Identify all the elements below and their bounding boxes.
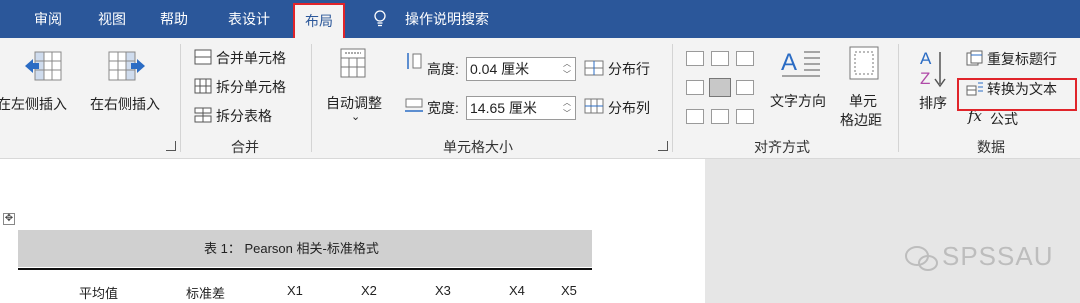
spinner-arrows-icon[interactable]: ︿ ﹀ (562, 58, 572, 80)
split-table-button[interactable]: 拆分表格 (216, 106, 272, 126)
cell-margins-button-line2[interactable]: 格边距 (840, 110, 882, 130)
cell-margins-icon (849, 46, 879, 80)
table-header-cell[interactable]: X3 (435, 283, 451, 298)
divider (672, 44, 673, 152)
row-height-icon (407, 53, 422, 69)
align-bottom-center-icon[interactable] (711, 109, 729, 124)
ribbon-tab-bar: 审阅 视图 帮助 表设计 布局 操作说明搜索 (0, 0, 1080, 38)
table-top-rule (18, 268, 592, 270)
sort-icon: A Z (920, 49, 946, 88)
chevron-down-icon: ⌄ (351, 111, 361, 123)
table-header-cell[interactable]: X1 (287, 283, 303, 298)
align-top-center-icon[interactable] (711, 51, 729, 66)
merge-cells-button[interactable]: 合并单元格 (216, 48, 286, 68)
split-table-icon (194, 107, 212, 123)
split-cells-icon (194, 78, 212, 94)
repeat-header-rows-button[interactable]: 重复标题行 (987, 49, 1057, 69)
insert-right-icon (108, 51, 145, 81)
align-middle-right-icon[interactable] (736, 80, 754, 95)
tab-table-design[interactable]: 表设计 (228, 0, 270, 38)
table-title: 表 1： Pearson 相关-标准格式 (204, 241, 379, 256)
table-move-handle-icon[interactable]: ✥ (3, 213, 15, 225)
cell-size-launcher-icon[interactable] (658, 141, 668, 151)
svg-text:Z: Z (920, 69, 930, 88)
table-header-cell[interactable]: X2 (361, 283, 377, 298)
distribute-rows-icon (584, 60, 604, 76)
repeat-header-rows-icon (966, 50, 983, 66)
text-direction-button[interactable]: 文字方向 (770, 91, 826, 111)
table-header-cell[interactable]: 平均值 (79, 283, 118, 302)
align-top-right-icon[interactable] (736, 51, 754, 66)
row-height-field[interactable]: 0.04 厘米 ︿ ﹀ (466, 57, 576, 81)
group-label-alignment: 对齐方式 (754, 139, 810, 155)
distribute-columns-button[interactable]: 分布列 (608, 98, 650, 118)
insert-left-icon (25, 51, 62, 81)
align-middle-center-icon[interactable] (709, 78, 731, 97)
tab-review[interactable]: 审阅 (34, 0, 62, 38)
insert-right-button[interactable]: 在右侧插入 (90, 94, 160, 114)
table-header-cell[interactable]: X5 (561, 283, 577, 298)
page-background (705, 159, 1080, 303)
row-height-value: 0.04 厘米 (470, 61, 530, 77)
wechat-logo-icon (905, 246, 938, 271)
table-header-cell[interactable]: 标准差 (186, 283, 225, 302)
table-header-cell[interactable]: X4 (509, 283, 525, 298)
spinner-arrows-icon[interactable]: ︿ ﹀ (562, 97, 572, 119)
ribbon-layout-panel: 在左侧插入 在右侧插入 合并单元格 拆分单元格 拆分表格 合并 自动调整 ⌄ 高… (0, 38, 1080, 159)
height-label: 高度: (427, 61, 459, 77)
align-middle-left-icon[interactable] (686, 80, 704, 95)
align-bottom-right-icon[interactable] (736, 109, 754, 124)
tab-help[interactable]: 帮助 (160, 0, 188, 38)
distribute-columns-icon (584, 98, 604, 114)
lightbulb-icon (374, 10, 386, 27)
column-width-icon (405, 98, 423, 112)
svg-text:A: A (781, 49, 797, 76)
tell-me-search[interactable]: 操作说明搜索 (405, 0, 489, 38)
cell-margins-button-line1[interactable]: 单元 (849, 91, 877, 111)
split-cells-button[interactable]: 拆分单元格 (216, 77, 286, 97)
merge-cells-icon (194, 49, 212, 65)
insert-left-button[interactable]: 在左侧插入 (0, 94, 67, 114)
column-width-value: 14.65 厘米 (470, 100, 537, 116)
formula-button[interactable]: 公式 (990, 109, 1018, 129)
column-width-field[interactable]: 14.65 厘米 ︿ ﹀ (466, 96, 576, 120)
highlight-box (957, 78, 1077, 111)
watermark-text: SPSSAU (942, 241, 1054, 271)
table-title-row[interactable]: 表 1： Pearson 相关-标准格式 (18, 230, 592, 267)
autofit-icon (340, 48, 366, 78)
distribute-rows-button[interactable]: 分布行 (608, 59, 650, 79)
group-label-data: 数据 (977, 139, 1005, 155)
divider (898, 44, 899, 152)
svg-text:A: A (920, 49, 932, 68)
rows-cols-launcher-icon[interactable] (166, 141, 176, 151)
tab-layout[interactable]: 布局 (293, 3, 345, 38)
width-label: 宽度: (427, 100, 459, 116)
group-label-merge: 合并 (231, 139, 259, 155)
text-direction-icon: A (781, 49, 820, 77)
divider (180, 44, 181, 152)
tab-view[interactable]: 视图 (98, 0, 126, 38)
divider (311, 44, 312, 152)
group-label-cell-size: 单元格大小 (443, 139, 513, 155)
sort-button[interactable]: 排序 (919, 93, 947, 113)
align-bottom-left-icon[interactable] (686, 109, 704, 124)
align-top-left-icon[interactable] (686, 51, 704, 66)
